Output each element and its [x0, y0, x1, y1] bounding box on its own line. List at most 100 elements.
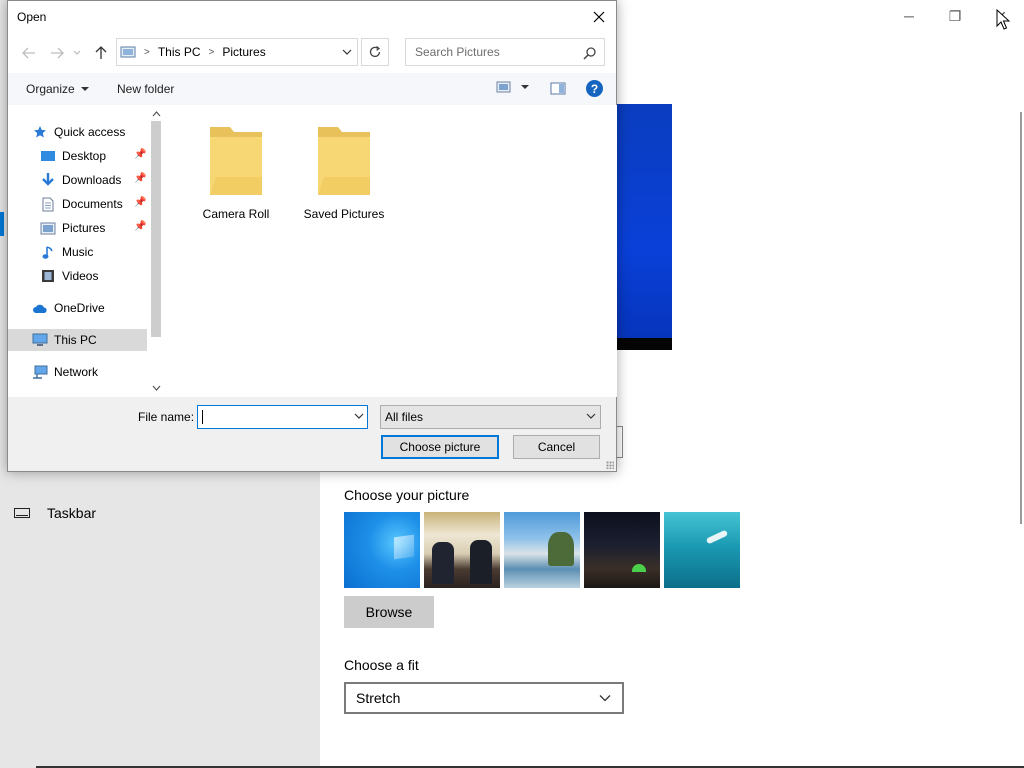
help-button[interactable]: ?	[586, 80, 603, 97]
dialog-title: Open	[17, 10, 47, 24]
nav-item-music[interactable]: Music	[40, 241, 93, 263]
help-icon: ?	[590, 81, 599, 96]
nav-item-label: Documents	[62, 197, 123, 211]
mouse-cursor-icon	[996, 9, 1010, 30]
video-icon	[40, 268, 56, 284]
minimize-button[interactable]: ─	[886, 0, 932, 32]
maximize-button[interactable]: ❐	[932, 0, 978, 32]
nav-item-onedrive[interactable]: OneDrive	[32, 297, 105, 319]
chevron-down-icon[interactable]	[341, 47, 353, 57]
scroll-down-icon[interactable]	[150, 381, 162, 395]
folder-camera-roll[interactable]: Camera Roll	[188, 121, 284, 221]
text-cursor	[202, 410, 203, 424]
scrollbar-thumb[interactable]	[151, 121, 161, 337]
choose-picture-heading: Choose your picture	[344, 487, 470, 503]
folder-saved-pictures[interactable]: Saved Pictures	[296, 121, 392, 221]
choose-fit-heading: Choose a fit	[344, 657, 419, 673]
scroll-up-icon[interactable]	[150, 107, 162, 121]
breadcrumb-this-pc[interactable]: This PC	[158, 45, 201, 59]
refresh-button[interactable]	[361, 38, 389, 66]
nav-item-label: Music	[62, 245, 94, 259]
resize-grip-icon[interactable]	[606, 461, 614, 469]
search-icon	[583, 47, 596, 60]
minimize-icon: ─	[904, 8, 914, 24]
thumbnail-night-sky[interactable]	[584, 512, 660, 588]
refresh-icon	[369, 45, 381, 58]
folder-icon	[210, 127, 262, 195]
nav-item-label: Desktop	[62, 149, 107, 163]
forward-button[interactable]	[49, 45, 65, 61]
nav-item-label: Downloads	[62, 173, 122, 187]
nav-item-quick-access[interactable]: Quick access	[32, 121, 125, 143]
file-name-combobox[interactable]	[197, 405, 368, 429]
recent-locations-button[interactable]	[72, 45, 82, 61]
breadcrumb-separator-icon: >	[144, 46, 150, 58]
arrow-right-icon	[51, 47, 64, 59]
star-icon	[32, 124, 48, 140]
nav-item-documents[interactable]: Documents	[40, 193, 123, 215]
file-type-dropdown[interactable]: All files	[380, 405, 601, 429]
thumbnail-beach[interactable]	[504, 512, 580, 588]
fit-dropdown[interactable]: Stretch	[344, 682, 624, 714]
pin-icon: 📌	[134, 221, 147, 232]
change-view-button[interactable]	[496, 81, 529, 93]
chevron-down-icon	[586, 413, 596, 419]
thumbnail-windows[interactable]	[344, 512, 420, 588]
chevron-down-icon	[599, 695, 611, 702]
pictures-icon	[40, 220, 56, 236]
choose-picture-button[interactable]: Choose picture	[381, 435, 499, 459]
nav-scrollbar[interactable]	[149, 105, 162, 397]
browse-button[interactable]: Browse	[344, 596, 434, 628]
organize-label: Organize	[26, 82, 75, 96]
thumbnail-underwater[interactable]	[664, 512, 740, 588]
taskbar-icon	[14, 508, 30, 518]
search-box[interactable]	[405, 38, 605, 66]
back-button[interactable]	[21, 45, 37, 61]
sidebar-selection-indicator	[0, 212, 4, 236]
view-icon	[496, 81, 511, 93]
file-list: Camera Roll Saved Pictures	[162, 105, 617, 397]
computer-icon	[32, 332, 48, 348]
thumbnail-people[interactable]	[424, 512, 500, 588]
caret-down-icon	[521, 85, 529, 89]
nav-item-network[interactable]: Network	[32, 361, 98, 383]
file-name-input[interactable]	[201, 409, 345, 425]
pin-icon: 📌	[134, 149, 147, 160]
nav-item-downloads[interactable]: Downloads	[40, 169, 121, 191]
chevron-down-icon[interactable]	[354, 412, 364, 420]
nav-item-videos[interactable]: Videos	[40, 265, 98, 287]
cloud-icon	[32, 300, 48, 316]
sidebar-item-label: Taskbar	[47, 505, 97, 521]
breadcrumb-pictures[interactable]: Pictures	[222, 45, 265, 59]
file-name-label: File name:	[138, 410, 195, 424]
document-icon	[40, 196, 56, 212]
network-icon	[32, 364, 48, 380]
folder-label: Saved Pictures	[303, 207, 385, 221]
preview-pane-button[interactable]	[550, 82, 566, 98]
organize-button[interactable]: Organize	[26, 82, 89, 96]
dialog-close-button[interactable]	[582, 1, 616, 33]
pin-icon: 📌	[134, 173, 147, 184]
nav-item-this-pc[interactable]: This PC	[32, 329, 97, 351]
navigation-bar: > This PC > Pictures	[8, 33, 616, 73]
nav-item-pictures[interactable]: Pictures	[40, 217, 105, 239]
new-folder-button[interactable]: New folder	[117, 82, 174, 96]
dialog-titlebar: Open	[8, 1, 616, 33]
folder-label: Camera Roll	[202, 207, 270, 221]
dialog-toolbar: Organize New folder ?	[8, 73, 616, 105]
nav-item-label: This PC	[54, 333, 97, 347]
search-input[interactable]	[413, 44, 577, 60]
desktop-icon	[40, 148, 56, 164]
chevron-down-icon	[73, 50, 81, 55]
close-icon	[593, 11, 605, 23]
up-button[interactable]	[93, 45, 109, 61]
settings-scrollbar[interactable]	[1020, 112, 1022, 524]
nav-item-label: Videos	[62, 269, 99, 283]
address-bar[interactable]: > This PC > Pictures	[116, 38, 358, 66]
music-icon	[40, 244, 56, 260]
file-type-value: All files	[385, 410, 424, 424]
picture-thumbnails	[344, 512, 740, 588]
cancel-button[interactable]: Cancel	[513, 435, 600, 459]
nav-item-desktop[interactable]: Desktop	[40, 145, 106, 167]
sidebar-item-taskbar[interactable]: Taskbar	[14, 502, 96, 524]
